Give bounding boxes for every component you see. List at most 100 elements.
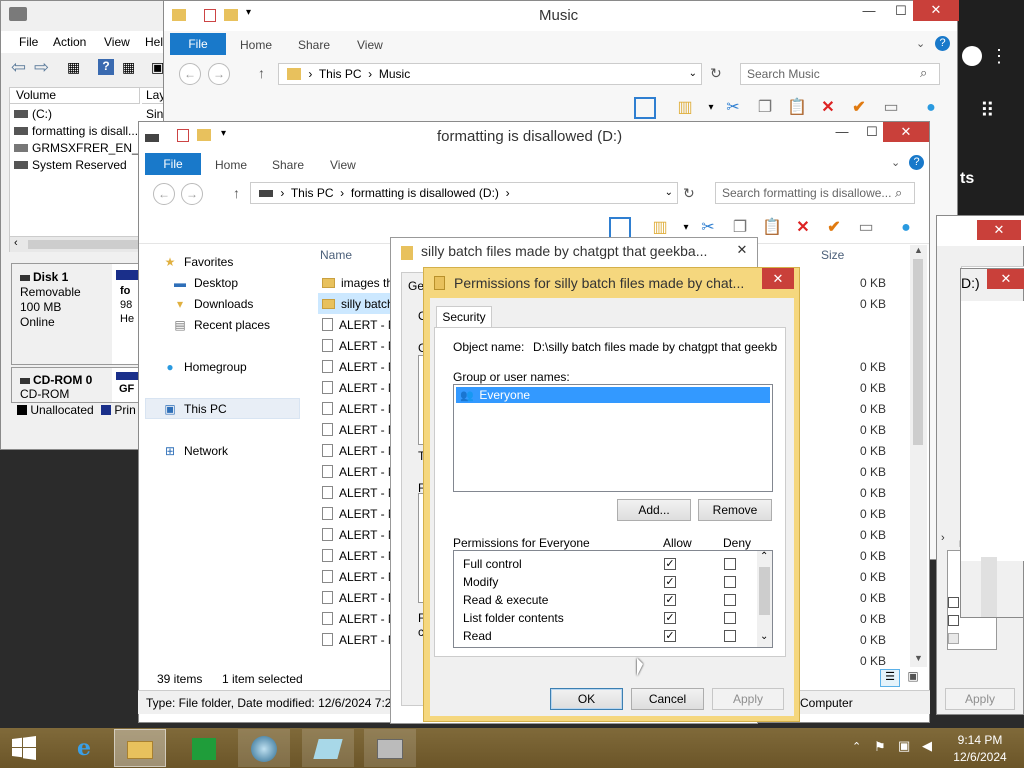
d-home-tab[interactable]: Home — [215, 158, 247, 172]
globe-icon[interactable]: ● — [895, 217, 917, 239]
details-view-icon[interactable]: ☰ — [880, 669, 900, 687]
col-name-header[interactable]: Name — [320, 248, 352, 262]
forward-arrow-icon[interactable]: ⇨ — [34, 57, 49, 78]
grid-icon[interactable]: ▦ — [67, 59, 80, 76]
ribbon-expand-icon[interactable]: ⌄ — [916, 37, 925, 50]
help-icon[interactable]: ? — [909, 155, 924, 170]
remove-button[interactable]: Remove — [698, 499, 772, 521]
menu-file[interactable]: File — [19, 35, 38, 49]
file-row[interactable]: ALERT - N — [322, 525, 392, 546]
crumb-this-pc[interactable]: This PC — [291, 186, 334, 200]
network-app-taskbar-button[interactable] — [238, 729, 290, 767]
network-tray-icon[interactable]: ▣ — [898, 738, 910, 754]
minimize-button[interactable]: — — [827, 122, 857, 142]
allow-checkbox[interactable]: ✓ — [664, 612, 676, 624]
back-arrow-icon[interactable]: ⇦ — [11, 57, 26, 78]
d-up-icon[interactable]: ↑ — [233, 185, 240, 201]
new-folder-qa-icon[interactable] — [197, 129, 211, 141]
deny-checkbox[interactable] — [724, 630, 736, 642]
d-search-input[interactable]: Search formatting is disallowe... — [715, 182, 915, 204]
add-button[interactable]: Add... — [617, 499, 691, 521]
help-icon[interactable]: ? — [935, 36, 950, 51]
d-view-tab[interactable]: View — [330, 158, 356, 172]
globe-icon[interactable]: ● — [920, 97, 942, 119]
menu-action[interactable]: Action — [53, 35, 86, 49]
scroll-thumb[interactable] — [913, 259, 923, 445]
music-close-button[interactable]: ✕ — [913, 0, 959, 21]
file-row[interactable]: ALERT - N — [322, 420, 392, 441]
search-icon[interactable]: ⌕ — [895, 185, 902, 201]
volume-row[interactable]: (C:) — [14, 107, 52, 121]
scroll-thumb[interactable] — [759, 567, 770, 615]
ok-button[interactable]: OK — [550, 688, 623, 710]
file-row[interactable]: ALERT - N — [322, 630, 392, 651]
nav-homegroup[interactable]: ● Homegroup — [162, 360, 246, 374]
cut-icon[interactable]: ✂ — [697, 217, 719, 239]
chevron-left-icon[interactable]: ‹ — [14, 237, 18, 249]
d-refresh-icon[interactable]: ↻ — [683, 185, 695, 202]
properties-qa-icon[interactable] — [204, 9, 216, 22]
ie-taskbar-button[interactable]: e — [58, 729, 110, 767]
deny-checkbox[interactable] — [724, 612, 736, 624]
music-refresh-icon[interactable]: ↻ — [710, 65, 722, 82]
d-forward-button[interactable]: → — [181, 183, 203, 205]
scroll-thumb[interactable] — [28, 240, 138, 249]
file-row[interactable]: ALERT - N — [322, 462, 392, 483]
file-row[interactable]: ALERT - N — [322, 357, 392, 378]
right-front-scroll[interactable] — [981, 557, 997, 617]
right-window-close-button[interactable]: ✕ — [977, 220, 1021, 240]
maximize-button[interactable]: ☐ — [886, 1, 916, 21]
crumb-this-pc[interactable]: This PC — [319, 67, 362, 81]
d-share-tab[interactable]: Share — [272, 158, 304, 172]
music-up-icon[interactable]: ↑ — [258, 65, 265, 81]
paste-icon[interactable]: 📋 — [786, 97, 808, 119]
d-vertical-scrollbar[interactable]: ▲ ▼ — [910, 245, 927, 667]
more-icon[interactable]: ⋮ — [990, 46, 1008, 67]
file-row[interactable]: ALERT - N — [322, 315, 392, 336]
d-file-tab[interactable]: File — [145, 153, 201, 175]
music-forward-button[interactable]: → — [208, 63, 230, 85]
props-close-button[interactable]: ✕ — [727, 240, 757, 260]
right-checkbox[interactable] — [948, 633, 959, 644]
file-row[interactable]: ALERT - N — [322, 483, 392, 504]
volume-muted-icon[interactable]: ◀ — [922, 738, 932, 754]
file-row[interactable]: ALERT - N — [322, 546, 392, 567]
notes-taskbar-button[interactable] — [302, 729, 354, 767]
deny-checkbox[interactable] — [724, 576, 736, 588]
allow-checkbox[interactable]: ✓ — [664, 594, 676, 606]
d-back-button[interactable]: ← — [153, 183, 175, 205]
preview-pane-icon[interactable] — [634, 97, 656, 119]
music-back-button[interactable]: ← — [179, 63, 201, 85]
music-search-input[interactable]: Search Music — [740, 63, 940, 85]
nav-desktop[interactable]: ▬ Desktop — [172, 276, 238, 290]
dialog-close-button[interactable]: ✕ — [762, 268, 794, 289]
music-share-tab[interactable]: Share — [298, 38, 330, 52]
file-row[interactable]: ALERT - N — [322, 441, 392, 462]
minimize-button[interactable]: — — [854, 1, 884, 21]
address-dropdown-icon[interactable]: ⌄ — [665, 183, 673, 203]
perm-scrollbar[interactable]: ⌃ ⌄ — [757, 551, 772, 647]
copy-icon[interactable]: ❐ — [754, 97, 776, 119]
address-dropdown-icon[interactable]: ⌄ — [689, 64, 697, 84]
music-home-tab[interactable]: Home — [240, 38, 272, 52]
scroll-down-icon[interactable]: ▼ — [914, 653, 923, 663]
d-address-bar[interactable]: › This PC › formatting is disallowed (D:… — [250, 182, 678, 204]
file-row[interactable]: silly batch — [322, 294, 392, 315]
file-row[interactable]: ALERT - N — [322, 378, 392, 399]
preview-pane-icon[interactable] — [609, 217, 631, 239]
disk1-label[interactable]: Disk 1 Removable 100 MB Online — [12, 264, 112, 364]
col-size-header[interactable]: Size — [821, 248, 844, 262]
search-icon[interactable]: ⌕ — [920, 65, 927, 81]
right-checkbox[interactable] — [948, 615, 959, 626]
crumb-music[interactable]: Music — [379, 67, 410, 81]
scroll-down-icon[interactable]: ⌄ — [760, 631, 768, 642]
file-row[interactable]: ALERT - N — [322, 336, 392, 357]
check-icon[interactable]: ✔ — [848, 97, 870, 119]
allow-checkbox[interactable]: ✓ — [664, 558, 676, 570]
chevron-right-icon[interactable]: › — [941, 532, 945, 544]
large-icons-view-icon[interactable]: ▣ — [904, 669, 922, 687]
tray-chevron-icon[interactable]: ⌃ — [852, 740, 861, 753]
start-button[interactable] — [0, 729, 48, 767]
explorer-taskbar-button[interactable] — [114, 729, 166, 767]
file-row[interactable]: ALERT - N — [322, 567, 392, 588]
